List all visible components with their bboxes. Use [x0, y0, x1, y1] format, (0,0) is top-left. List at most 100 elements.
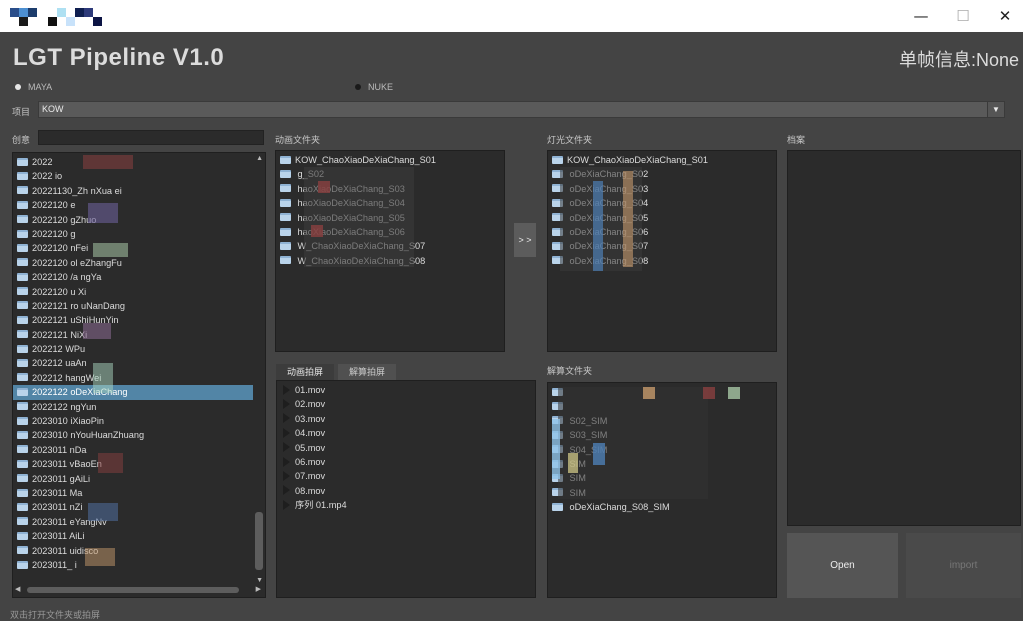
tree-item[interactable]: 2023011 AiLi — [13, 529, 253, 543]
close-button[interactable]: ✕ — [990, 6, 1020, 26]
tree-item[interactable]: 202212 hangWei — [13, 371, 253, 385]
tree-item[interactable]: 2022121 uShiHunYin — [13, 313, 253, 327]
playblast-item[interactable]: 04.mov — [279, 426, 529, 440]
folder-icon — [17, 157, 28, 166]
folder-icon — [17, 402, 28, 411]
light-folder-label: 灯光文件夹 — [547, 135, 593, 145]
tree-item[interactable]: 2023011 nDa — [13, 443, 253, 457]
folder-icon — [17, 171, 28, 180]
project-label: 项目 — [12, 107, 31, 117]
tree-item[interactable]: 2022 io — [13, 169, 253, 183]
tree-item-label: 2023011_ i — [32, 559, 77, 570]
folder-icon — [17, 488, 28, 497]
tree-item[interactable]: 202212 WPu — [13, 342, 253, 356]
anim-folder-item[interactable]: KOW_ChaoXiaoDeXiaChang_S01 — [276, 153, 504, 167]
sim-folder-label: 解算文件夹 — [547, 366, 593, 376]
playblast-item-label: 序列 01.mp4 — [295, 500, 347, 511]
folder-icon — [17, 315, 28, 324]
tree-item[interactable]: 2023010 nYouHuanZhuang — [13, 428, 253, 442]
open-button[interactable]: Open — [787, 533, 898, 598]
scroll-left-icon[interactable]: ◀ — [15, 585, 20, 593]
folder-icon — [280, 155, 291, 164]
scroll-thumb[interactable] — [255, 512, 263, 570]
redacted-area — [93, 363, 113, 393]
import-button[interactable]: import — [906, 533, 1021, 598]
tree-item[interactable]: 2022120 gZhuo — [13, 213, 253, 227]
playblast-item[interactable]: 05.mov — [279, 441, 529, 455]
minimize-button[interactable]: — — [906, 6, 936, 26]
tree-item[interactable]: 2022120 g — [13, 227, 253, 241]
playblast-item[interactable]: 02.mov — [279, 397, 529, 411]
tree-item-label: 2023011 nZi — [32, 502, 83, 513]
playblast-item[interactable]: 08.mov — [279, 484, 529, 498]
light-folder-item[interactable]: KOW_ChaoXiaoDeXiaChang_S01 — [548, 153, 776, 167]
tree-item-label: 2022 — [32, 157, 53, 167]
chevron-down-icon[interactable]: ▼ — [987, 102, 1004, 117]
sim-folder-item-label: oDeXiaChang_S08_SIM — [567, 502, 670, 513]
playblast-item-label: 01.mov — [295, 385, 326, 395]
folder-icon — [17, 474, 28, 483]
tree-item[interactable]: 20221130_Zh nXua ei — [13, 184, 253, 198]
tree-item[interactable]: 2023011 eYangNv — [13, 515, 253, 529]
tab-solve-playblast[interactable]: 解算拍屏 — [338, 364, 396, 380]
tree-item-label: 2022121 NiXi — [32, 329, 88, 340]
playblast-item-label: 05.mov — [295, 442, 326, 453]
redacted-area — [88, 503, 118, 521]
tree-item[interactable]: 2022122 ngYun — [13, 400, 253, 414]
folder-icon — [17, 430, 28, 439]
tree-item[interactable]: 2022122 oDeXiaChang — [13, 385, 253, 400]
sim-folder-item[interactable]: oDeXiaChang_S08_SIM — [548, 500, 776, 514]
playblast-item[interactable]: 03.mov — [279, 412, 529, 426]
archive-panel[interactable] — [787, 150, 1021, 526]
playblast-item-label: 06.mov — [295, 456, 326, 467]
playblast-item[interactable]: 07.mov — [279, 469, 529, 483]
anim-folder-item-label: KOW_ChaoXiaoDeXiaChang_S01 — [295, 155, 436, 165]
tree-vertical-scrollbar[interactable] — [255, 156, 263, 581]
tree-horizontal-scrollbar[interactable]: ◀ ▶ — [15, 585, 261, 595]
tree-item[interactable]: 2023011 uidisco — [13, 544, 253, 558]
tree-item[interactable]: 202212 uaAn — [13, 356, 253, 370]
light-folder-list[interactable]: KOW_ChaoXiaoDeXiaChang_S01 oDeXiaChang_S… — [547, 150, 777, 352]
scroll-right-icon[interactable]: ▶ — [256, 585, 261, 593]
scroll-down-icon[interactable]: ▼ — [256, 577, 263, 584]
folder-icon — [17, 373, 28, 382]
playblast-item[interactable]: 01.mov — [279, 383, 529, 397]
tree-item[interactable]: 2022121 NiXi — [13, 328, 253, 342]
radio-nuke[interactable]: NUKE — [355, 82, 393, 92]
tree-item[interactable]: 2022121 ro uNanDang — [13, 299, 253, 313]
playblast-item[interactable]: 06.mov — [279, 455, 529, 469]
radio-maya[interactable]: MAYA — [15, 82, 52, 92]
sim-folder-list[interactable]: S02_SIM S03_SIM S04_SIM SIM SIM SIM oDeX… — [547, 382, 777, 598]
scroll-thumb[interactable] — [27, 587, 239, 593]
redacted-area — [623, 171, 633, 267]
status-hint: 双击打开文件夹或拍屏 — [10, 610, 101, 620]
tree-item[interactable]: 2022120 e — [13, 198, 253, 212]
tree-item[interactable]: 2023011_ i — [13, 558, 253, 572]
redacted-area — [568, 453, 578, 473]
tree-item[interactable]: 2023011 Ma — [13, 486, 253, 500]
folder-icon — [17, 215, 28, 224]
tree-item[interactable]: 2022120 /a ngYa — [13, 270, 253, 284]
maximize-button[interactable]: ☐ — [948, 6, 978, 26]
tab-anim-playblast[interactable]: 动画拍屏 — [276, 364, 334, 380]
folder-icon — [17, 546, 28, 555]
create-label: 创意 — [12, 135, 31, 145]
tree-item[interactable]: 2022120 nFei — [13, 241, 253, 255]
project-dropdown[interactable]: KOW ▼ — [38, 101, 1005, 118]
tree-item[interactable]: 2023011 nZi — [13, 500, 253, 514]
anim-folder-list[interactable]: KOW_ChaoXiaoDeXiaChang_S01 g_S02 haoXiao… — [275, 150, 505, 352]
transfer-button[interactable]: > > — [514, 223, 536, 257]
playblast-item[interactable]: 序列 01.mp4 — [279, 498, 529, 512]
tree-item[interactable]: 2023011 gAiLi — [13, 472, 253, 486]
tree-item[interactable]: 2022120 u Xi — [13, 285, 253, 299]
tree-item[interactable]: 2022120 ol eZhangFu — [13, 256, 253, 270]
playblast-list[interactable]: 01.mov 02.mov 03.mov 04.mov 05.mov 06.mov 07.m… — [276, 380, 536, 598]
create-search-input[interactable] — [38, 130, 264, 145]
tree-item[interactable]: 2023010 iXiaoPin — [13, 414, 253, 428]
scroll-up-icon[interactable]: ▲ — [256, 155, 263, 162]
tree-item[interactable]: 2022 — [13, 155, 253, 169]
tree-item[interactable]: 2023011 vBaoEn — [13, 457, 253, 471]
radio-checked-icon — [15, 83, 21, 90]
folder-icon — [552, 502, 563, 511]
project-tree[interactable]: 2022 2022 io 20221130_Zh nXua ei 2022120 e 2… — [12, 152, 266, 598]
